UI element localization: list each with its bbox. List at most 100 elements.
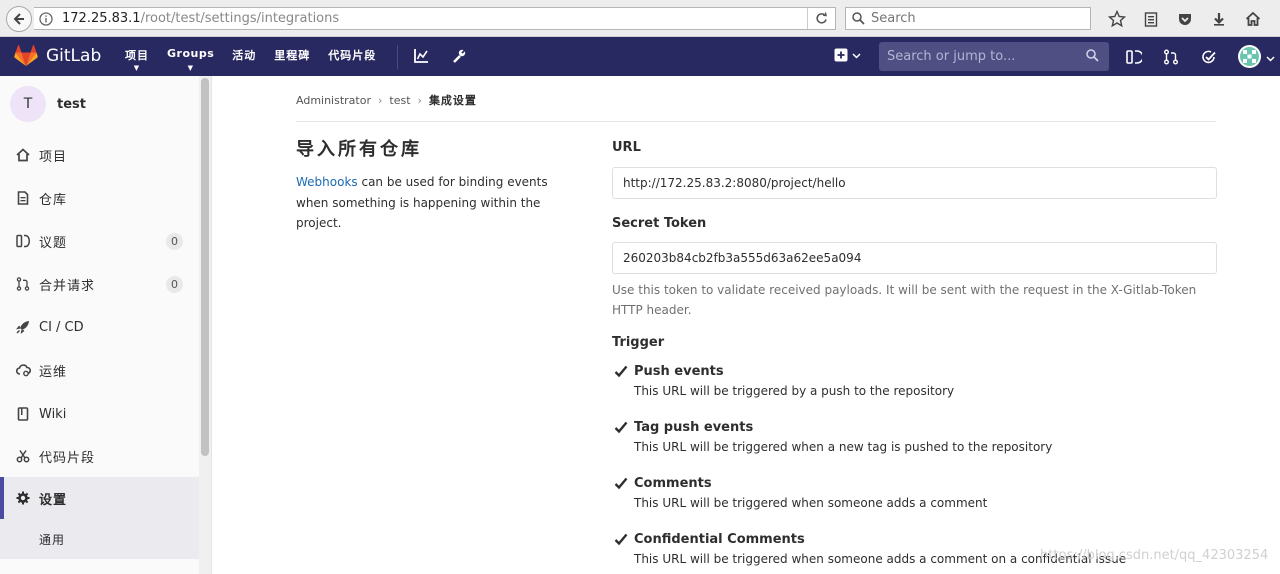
gitlab-logo[interactable]: GitLab [14, 45, 101, 67]
tanuki-icon [14, 45, 38, 66]
sidebar-item-repository[interactable]: 仓库 [0, 177, 199, 219]
clipboard-icon [1144, 12, 1158, 27]
section-description: Webhooks can be used for binding events … [296, 172, 566, 234]
reload-icon [816, 12, 827, 24]
sidebar-scrollbar[interactable] [199, 76, 211, 574]
browser-search-input[interactable] [871, 11, 1071, 26]
reload-button[interactable] [807, 8, 835, 29]
downloads-button[interactable] [1202, 8, 1236, 30]
plus-square-icon [834, 48, 848, 62]
sidebar-item-label: 运维 [39, 364, 68, 380]
token-help-text: Use this token to validate received payl… [612, 283, 1197, 317]
nav-divider [397, 45, 398, 69]
sidebar-item-label: CI / CD [39, 319, 84, 335]
new-menu-button[interactable] [834, 48, 861, 62]
merge-icon [15, 276, 31, 292]
secret-token-input[interactable] [612, 242, 1217, 274]
url-input[interactable] [612, 167, 1217, 199]
download-icon [1214, 13, 1224, 26]
arrow-left-icon [13, 13, 24, 25]
trigger-push-events[interactable]: Push events This URL will be triggered b… [614, 364, 954, 398]
divider [296, 121, 1216, 122]
nav-projects-label: 项目 [125, 49, 149, 62]
back-button[interactable] [6, 6, 32, 32]
nav-activity[interactable]: 活动 [232, 47, 256, 63]
url-text: 172.25.83.1/root/test/settings/integrati… [62, 11, 339, 26]
checkbox-checked-icon[interactable] [614, 365, 628, 379]
address-bar[interactable]: 172.25.83.1/root/test/settings/integrati… [34, 7, 836, 30]
trigger-name: Push events [634, 364, 724, 379]
home-icon [15, 147, 31, 163]
trigger-description: This URL will be triggered by a push to … [634, 384, 955, 398]
nav-projects[interactable]: 项目 ▼ [125, 47, 149, 72]
issues-icon [15, 233, 31, 249]
project-sidebar: T test 项目 仓库 议题 0 合并请求 0 CI / CD 运维 Wiki… [0, 76, 212, 574]
bookmark-star-button[interactable] [1100, 8, 1134, 30]
page-title: 导入所有仓库 [296, 139, 422, 160]
sidebar-item-label: 代码片段 [39, 450, 96, 466]
gitlab-search-input[interactable] [887, 49, 1077, 64]
trigger-comments[interactable]: Comments This URL will be triggered when… [614, 476, 987, 510]
breadcrumb-admin[interactable]: Administrator [296, 94, 371, 107]
trigger-name: Comments [634, 476, 712, 491]
sidebar-item-wiki[interactable]: Wiki [0, 393, 199, 435]
checkbox-checked-icon[interactable] [614, 421, 628, 435]
top-nav: 项目 ▼ Groups ▼ 活动 里程碑 代码片段 [125, 47, 394, 72]
chevron-right-icon: › [417, 93, 422, 107]
merge-requests-count-badge: 0 [166, 276, 183, 293]
wrench-icon[interactable] [451, 48, 467, 68]
project-header[interactable]: T test [10, 86, 86, 122]
user-avatar[interactable] [1238, 45, 1261, 68]
pocket-button[interactable] [1168, 8, 1202, 30]
sidebar-item-operations[interactable]: 运维 [0, 349, 199, 391]
sidebar-item-ci-cd[interactable]: CI / CD [0, 306, 199, 348]
star-icon [1108, 10, 1126, 28]
issues-icon[interactable] [1126, 49, 1144, 69]
nav-snippets[interactable]: 代码片段 [328, 47, 376, 63]
chevron-down-icon[interactable] [1266, 52, 1275, 67]
scrollbar-thumb[interactable] [201, 78, 209, 456]
trigger-description: This URL will be triggered when someone … [634, 496, 988, 510]
issues-count-badge: 0 [166, 233, 183, 250]
info-icon[interactable] [36, 11, 56, 26]
merge-request-icon[interactable] [1163, 49, 1179, 69]
breadcrumb-current[interactable]: 集成设置 [429, 92, 477, 108]
checkbox-checked-icon[interactable] [614, 477, 628, 491]
url-path: /root/test/settings/integrations [140, 11, 340, 26]
sidebar-item-merge-requests[interactable]: 合并请求 0 [0, 263, 199, 305]
browser-tools [1100, 8, 1270, 30]
sidebar-item-issues[interactable]: 议题 0 [0, 220, 199, 262]
home-button[interactable] [1236, 8, 1270, 30]
cloud-icon [15, 362, 31, 378]
chevron-down-icon: ▼ [133, 64, 141, 72]
browser-search-box[interactable] [845, 7, 1091, 30]
trigger-description: This URL will be triggered when a new ta… [634, 440, 1053, 454]
identicon-icon [1240, 47, 1259, 66]
trigger-label: Trigger [612, 335, 665, 350]
breadcrumb-project[interactable]: test [389, 94, 410, 107]
checkbox-checked-icon[interactable] [614, 533, 628, 547]
nav-milestones[interactable]: 里程碑 [274, 47, 310, 63]
webhooks-link[interactable]: Webhooks [296, 175, 358, 189]
sidebar-subitem-general[interactable]: 通用 [0, 519, 199, 559]
gitlab-search-box[interactable] [879, 42, 1109, 71]
breadcrumb: Administrator › test › 集成设置 [296, 92, 477, 108]
nav-groups-label: Groups [167, 47, 215, 60]
book-icon [15, 406, 31, 422]
trigger-tag-push-events[interactable]: Tag push events This URL will be trigger… [614, 420, 1052, 454]
scissors-icon [15, 448, 31, 464]
search-icon [852, 12, 865, 25]
reading-list-button[interactable] [1134, 8, 1168, 30]
sidebar-item-label: 设置 [39, 492, 68, 508]
todo-icon[interactable] [1201, 49, 1217, 69]
nav-groups[interactable]: Groups ▼ [167, 47, 215, 72]
secret-token-label: Secret Token [612, 216, 707, 231]
brand-name: GitLab [46, 46, 102, 66]
sidebar-item-label: Wiki [39, 406, 67, 422]
sidebar-item-project[interactable]: 项目 [0, 134, 199, 176]
chart-icon[interactable] [413, 48, 429, 68]
url-host: 172.25.83.1 [62, 11, 141, 26]
sidebar-item-snippets[interactable]: 代码片段 [0, 435, 199, 477]
gear-icon [15, 490, 31, 506]
sidebar-item-settings[interactable]: 设置 [0, 477, 199, 519]
